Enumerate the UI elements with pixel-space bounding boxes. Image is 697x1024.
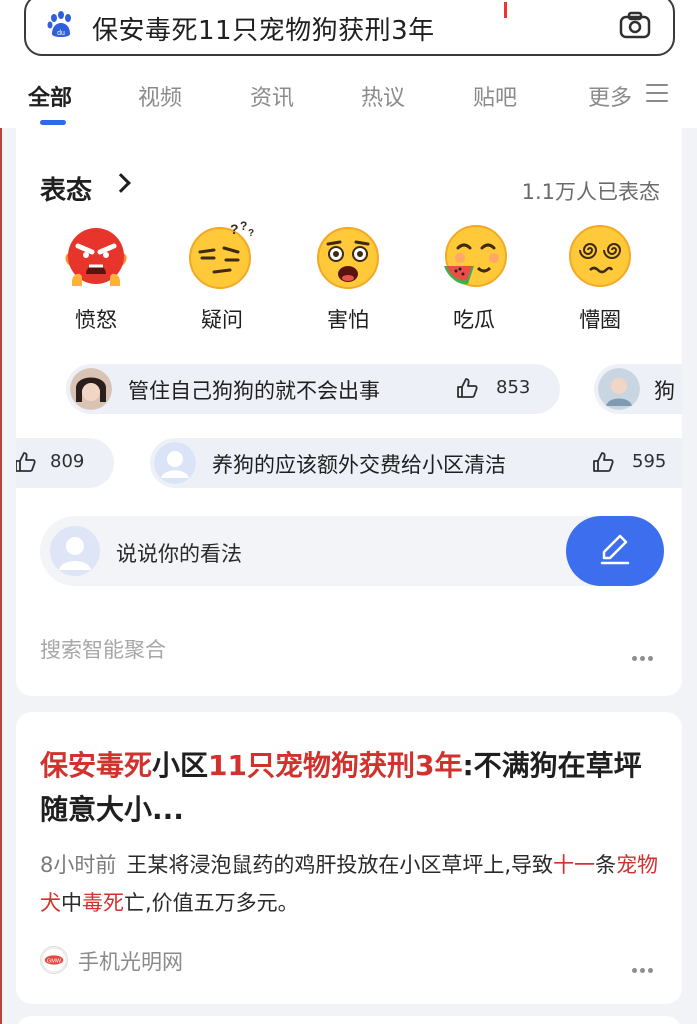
news-time: 8小时前: [40, 853, 117, 877]
svg-text:?: ?: [240, 220, 247, 233]
comment-bubble[interactable]: 管住自己狗狗的就不会出事 853: [66, 364, 560, 414]
avatar: [70, 368, 112, 410]
reaction-question[interactable]: ? ? ? 疑问: [162, 220, 282, 334]
comment-bubble[interactable]: 养狗的应该额外交费给小区清洁 595: [150, 438, 682, 488]
thumbs-up-icon[interactable]: [16, 451, 36, 473]
news-title-text: 小区: [152, 749, 209, 782]
svg-text:GMW: GMW: [47, 958, 62, 964]
news-summary-text: 王某将浸泡鼠药的鸡肝投放在小区草坪上,导致: [126, 853, 554, 877]
tab-more[interactable]: 更多: [588, 80, 632, 112]
pencil-icon: [600, 534, 630, 565]
reaction-scared[interactable]: 害怕: [288, 220, 408, 334]
tab-tieba[interactable]: 贴吧: [473, 80, 517, 112]
angry-emoji-icon: [65, 228, 127, 286]
news-title-highlight: 11只宠物狗获刑3年: [208, 749, 463, 782]
baidu-paw-icon: du: [47, 11, 71, 37]
comment-bubble[interactable]: 809: [16, 438, 114, 488]
reaction-title[interactable]: 表态: [40, 170, 92, 207]
thumbs-up-icon[interactable]: [592, 451, 614, 473]
search-box[interactable]: du 保安毒死11只宠物狗获刑3年: [24, 0, 675, 56]
reaction-angry[interactable]: 愤怒: [36, 220, 156, 334]
tab-bar: 全部 视频 资讯 热议 贴吧 更多: [0, 72, 697, 128]
news-summary-text: 条: [595, 853, 617, 877]
next-card: [16, 1016, 682, 1024]
comment-placeholder[interactable]: 说说你的看法: [116, 538, 242, 568]
more-options-icon[interactable]: [632, 646, 656, 661]
svg-text:?: ?: [248, 228, 254, 239]
source-logo-icon: GMW: [40, 946, 68, 974]
news-summary-text: 亡,价值五万多元。: [124, 891, 299, 915]
search-input[interactable]: 保安毒死11只宠物狗获刑3年: [92, 10, 435, 47]
dizzy-emoji-icon: [569, 225, 631, 287]
aggregate-label: 搜索智能聚合: [40, 638, 166, 662]
scared-emoji-icon: [317, 227, 379, 289]
reaction-card: 表态 1.1万人已表态 愤怒 ? ? ? 疑问 害怕 吃瓜 懵圈 管住自己狗狗的…: [16, 128, 682, 696]
comment-input[interactable]: 说说你的看法: [40, 516, 664, 586]
text-caret: [504, 2, 507, 18]
news-summary-highlight: 十一: [553, 853, 596, 877]
reaction-count: 1.1万人已表态: [521, 180, 660, 204]
reaction-list: 愤怒 ? ? ? 疑问 害怕 吃瓜 懵圈: [16, 220, 682, 340]
svg-text:?: ?: [230, 221, 239, 237]
chevron-right-icon[interactable]: [111, 173, 131, 193]
watermelon-emoji-icon: [444, 225, 507, 287]
news-title[interactable]: 保安毒死小区11只宠物狗获刑3年:不满狗在草坪随意大小...: [40, 744, 660, 832]
news-source[interactable]: 手机光明网: [78, 946, 183, 976]
news-summary: 8小时前 王某将浸泡鼠药的鸡肝投放在小区草坪上,导致十一条宠物犬中毒死亡,价值五万…: [40, 846, 660, 922]
reaction-watermelon[interactable]: 吃瓜: [414, 220, 534, 334]
tab-news[interactable]: 资讯: [250, 80, 294, 112]
news-result-card[interactable]: 保安毒死小区11只宠物狗获刑3年:不满狗在草坪随意大小... 8小时前 王某将浸泡…: [16, 712, 682, 1004]
question-emoji-icon: ? ? ?: [189, 220, 254, 289]
tab-all[interactable]: 全部: [28, 80, 72, 112]
avatar: [598, 368, 640, 410]
news-title-highlight: 保安毒死: [40, 749, 153, 782]
comment-bubble[interactable]: 狗: [594, 364, 682, 414]
menu-icon[interactable]: [646, 84, 668, 104]
news-summary-highlight: 毒死: [82, 891, 124, 915]
tab-discussion[interactable]: 热议: [361, 80, 405, 112]
svg-text:du: du: [57, 30, 65, 37]
thumbs-up-icon[interactable]: [456, 377, 478, 399]
left-edge-line: [0, 128, 2, 1024]
active-tab-indicator: [40, 120, 66, 125]
write-comment-button[interactable]: [566, 516, 664, 586]
avatar: [50, 526, 100, 576]
more-options-icon[interactable]: [632, 958, 656, 973]
camera-icon[interactable]: [619, 10, 651, 40]
reaction-dizzy[interactable]: 懵圈: [540, 220, 660, 334]
avatar: [154, 442, 196, 484]
news-summary-text: 中: [61, 891, 82, 915]
search-header: du 保安毒死11只宠物狗获刑3年 全部 视频 资讯 热议 贴吧 更多: [0, 0, 697, 128]
tab-video[interactable]: 视频: [138, 80, 182, 112]
